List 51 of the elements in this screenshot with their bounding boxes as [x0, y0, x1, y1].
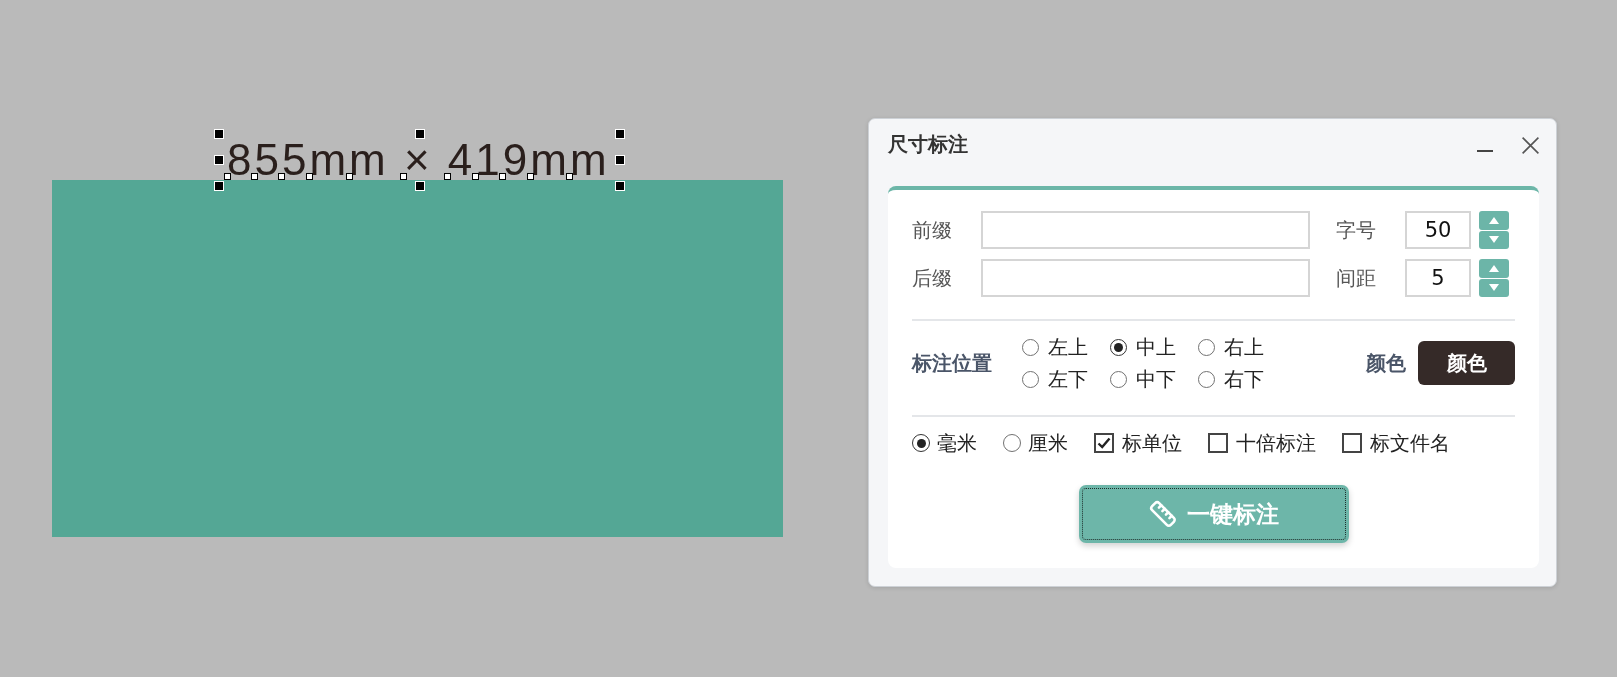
- down-triangle-icon: [1489, 236, 1499, 244]
- selection-handle-icon[interactable]: [214, 155, 224, 165]
- checkbox-label[interactable]: 标单位: [1122, 431, 1182, 455]
- radio-label[interactable]: 毫米: [937, 431, 977, 455]
- checkbox-icon[interactable]: [1094, 433, 1114, 453]
- radio-label[interactable]: 右下: [1224, 367, 1264, 391]
- close-icon[interactable]: [1522, 137, 1539, 154]
- checkbox-icon[interactable]: [1208, 433, 1228, 453]
- dimension-text[interactable]: 855mm × 419mm: [227, 134, 610, 186]
- ruler-icon: [1148, 500, 1177, 528]
- radio-icon[interactable]: [1110, 338, 1127, 356]
- section-label: 颜色: [1366, 351, 1406, 375]
- radio-label[interactable]: 左下: [1048, 367, 1088, 391]
- node-handle-icon[interactable]: [223, 172, 231, 180]
- radio-icon[interactable]: [1110, 370, 1127, 388]
- field-label: 前缀: [912, 218, 953, 242]
- selection-handle-icon[interactable]: [414, 181, 425, 191]
- window-title: 尺寸标注: [888, 133, 968, 155]
- field-label: 字号: [1336, 218, 1377, 242]
- selection-handle-icon[interactable]: [615, 181, 625, 191]
- checkbox-icon[interactable]: [1342, 433, 1362, 453]
- section-label: 标注位置: [912, 351, 993, 375]
- radio-icon[interactable]: [912, 434, 930, 452]
- up-triangle-icon: [1489, 264, 1499, 272]
- text-input-field[interactable]: [981, 211, 1310, 249]
- radio-label[interactable]: 右上: [1224, 335, 1264, 359]
- radio-label[interactable]: 厘米: [1028, 431, 1068, 455]
- radio-icon[interactable]: [1198, 338, 1215, 356]
- radio-icon[interactable]: [1198, 370, 1215, 388]
- color-button[interactable]: 颜色: [1418, 341, 1515, 385]
- selection-handle-icon[interactable]: [414, 129, 425, 139]
- up-triangle-icon: [1489, 216, 1499, 224]
- text-input-field[interactable]: [981, 259, 1310, 297]
- checkbox-label[interactable]: 十倍标注: [1236, 431, 1316, 455]
- radio-icon[interactable]: [1022, 370, 1039, 388]
- selection-handle-icon[interactable]: [214, 129, 224, 139]
- checkbox-label[interactable]: 标文件名: [1370, 431, 1450, 455]
- radio-label[interactable]: 中上: [1136, 335, 1176, 359]
- number-input-field[interactable]: 50: [1405, 211, 1471, 249]
- radio-icon[interactable]: [1022, 338, 1039, 356]
- selection-handle-icon[interactable]: [214, 181, 224, 191]
- number-input-field[interactable]: 5: [1405, 259, 1471, 297]
- selection-handle-icon[interactable]: [615, 155, 625, 165]
- radio-icon[interactable]: [1003, 434, 1021, 452]
- field-label: 间距: [1336, 266, 1377, 290]
- field-label: 后缀: [912, 266, 953, 290]
- radio-label[interactable]: 左上: [1048, 335, 1088, 359]
- down-triangle-icon: [1489, 284, 1499, 292]
- node-handle-icon[interactable]: [400, 172, 408, 180]
- radio-label[interactable]: 中下: [1136, 367, 1176, 391]
- selection-handle-icon[interactable]: [615, 129, 625, 139]
